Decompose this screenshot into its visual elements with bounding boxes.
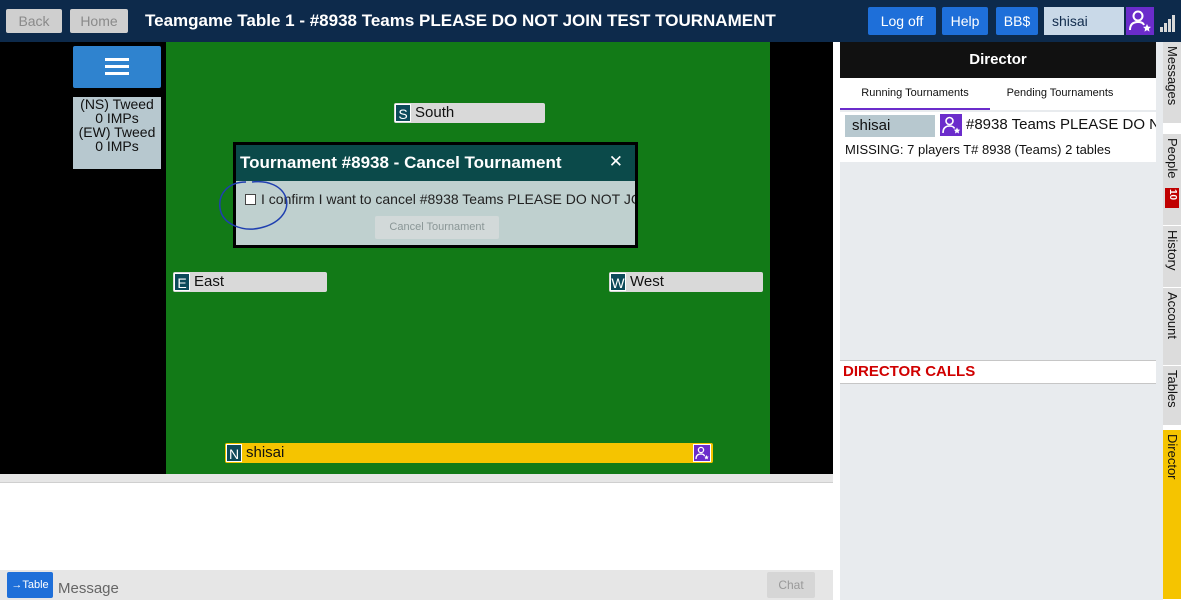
dialog-header: Tournament #8938 - Cancel Tournament ✕ — [236, 145, 635, 181]
side-tab-history[interactable]: History — [1163, 226, 1181, 288]
back-button[interactable]: Back — [6, 9, 62, 33]
signal-bars-icon — [1160, 14, 1178, 32]
seat-north[interactable]: Nshisai — [225, 443, 713, 463]
tournament-host[interactable]: shisai — [845, 115, 935, 137]
tab-pending-tournaments[interactable]: Pending Tournaments — [990, 78, 1130, 110]
side-tab-label: Account — [1165, 292, 1180, 339]
seat-name-south: South — [415, 104, 455, 121]
seat-east[interactable]: E East — [173, 272, 327, 292]
tab-running-tournaments[interactable]: Running Tournaments — [840, 78, 990, 110]
ew-team-label: (EW) Tweed — [78, 124, 156, 140]
confirm-row[interactable]: I confirm I want to cancel #8938 Teams P… — [245, 191, 635, 207]
ns-team-label: (NS) Tweed — [80, 97, 154, 112]
side-tab-bar: Messages People 10 History Account Table… — [1163, 42, 1181, 600]
to-table-button[interactable]: →Table — [7, 572, 53, 598]
side-tab-label: People — [1165, 138, 1180, 179]
logoff-button[interactable]: Log off — [868, 7, 936, 35]
top-bar: Back Home Teamgame Table 1 - #8938 Teams… — [0, 0, 1181, 42]
message-bar: →Table Chat — [0, 570, 833, 600]
side-tab-label: Messages — [1165, 46, 1180, 106]
director-panel: Director Running Tournaments Pending Tou… — [833, 42, 1163, 600]
menu-button[interactable] — [73, 46, 161, 88]
close-icon[interactable]: ✕ — [609, 152, 623, 172]
director-calls-heading: DIRECTOR CALLS — [840, 360, 1156, 384]
score-panel: (NS) Tweed 0 IMPs (EW) Tweed 0 IMPs — [73, 97, 161, 169]
user-star-icon[interactable] — [693, 444, 711, 462]
side-tab-tables[interactable]: Tables — [1163, 366, 1181, 426]
seat-letter-east: E — [174, 273, 190, 291]
chat-send-button[interactable]: Chat — [767, 572, 815, 598]
dialog-title: Tournament #8938 - Cancel Tournament — [240, 153, 562, 172]
user-star-icon — [940, 114, 962, 136]
missing-players-text: MISSING: 7 players T# 8938 (Teams) 2 tab… — [840, 138, 1156, 162]
user-star-icon[interactable] — [1126, 7, 1154, 35]
seat-letter-south: S — [395, 104, 411, 122]
tournament-name: #8938 Teams PLEASE DO NOT JOIN TEST TOUR… — [966, 116, 1156, 133]
ew-imps: 0 IMPs — [95, 138, 139, 154]
cancel-tournament-button[interactable]: Cancel Tournament — [375, 216, 499, 239]
side-tab-label: Director — [1165, 434, 1180, 480]
side-tab-director[interactable]: Director — [1163, 430, 1181, 600]
seat-south[interactable]: S South — [394, 103, 545, 123]
side-tab-people[interactable]: People 10 — [1163, 134, 1181, 226]
help-button[interactable]: Help — [942, 7, 988, 35]
username-display[interactable]: shisai — [1044, 7, 1124, 35]
seat-name-west: West — [630, 273, 664, 290]
confirm-label: I confirm I want to cancel #8938 Teams P… — [261, 191, 635, 207]
seat-letter-west: W — [610, 273, 626, 291]
bb-dollars-button[interactable]: BB$ — [996, 7, 1038, 35]
panel-title: Director — [840, 42, 1156, 78]
tournament-row[interactable]: shisai #8938 Teams PLEASE DO NOT JOIN TE… — [840, 112, 1156, 138]
message-input[interactable] — [58, 577, 758, 599]
chat-divider[interactable] — [0, 474, 833, 482]
window-title: Teamgame Table 1 - #8938 Teams PLEASE DO… — [145, 11, 776, 30]
seat-letter-north: N — [226, 444, 242, 462]
side-tab-messages[interactable]: Messages — [1163, 42, 1181, 124]
annotation-circle — [219, 180, 288, 230]
people-count-badge: 10 — [1165, 188, 1179, 208]
side-tab-label: Tables — [1165, 370, 1180, 408]
hamburger-icon — [105, 58, 129, 61]
chat-log — [0, 482, 833, 570]
seat-west[interactable]: W West — [609, 272, 763, 292]
panel-divider — [833, 42, 840, 600]
side-tab-label: History — [1165, 230, 1180, 271]
ns-imps: 0 IMPs — [95, 110, 139, 126]
panel-tabs: Running Tournaments Pending Tournaments — [840, 78, 1156, 110]
seat-name-east: East — [194, 273, 225, 290]
cancel-tournament-dialog: Tournament #8938 - Cancel Tournament ✕ I… — [233, 142, 638, 248]
home-button[interactable]: Home — [70, 9, 128, 33]
seat-name-north: shisai — [246, 444, 285, 461]
side-tab-account[interactable]: Account — [1163, 288, 1181, 366]
